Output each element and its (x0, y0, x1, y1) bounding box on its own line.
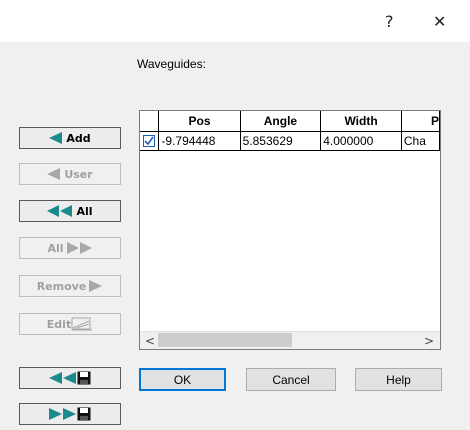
remove-all-button-label: All (47, 241, 64, 255)
floppy-disk-icon (77, 407, 91, 421)
cell-width[interactable]: 4.000000 (320, 131, 402, 151)
arrow-right-icon (89, 280, 103, 292)
horizontal-scrollbar[interactable]: < > (140, 331, 440, 349)
table-row[interactable]: -9.794448 5.853629 4.000000 Cha (140, 131, 440, 151)
row-checkbox-cell[interactable] (140, 131, 160, 151)
remove-button[interactable]: Remove (19, 275, 121, 297)
title-bar: ? ✕ (0, 0, 470, 42)
help-icon[interactable]: ? (385, 12, 394, 31)
cell-angle[interactable]: 5.853629 (240, 131, 322, 151)
help-button[interactable]: Help (355, 368, 442, 391)
table-header-row: Pos Angle Width P (140, 111, 440, 132)
scroll-right-button[interactable]: > (424, 334, 434, 348)
cancel-button-label: Cancel (272, 372, 310, 387)
add-all-button-label: All (76, 204, 93, 218)
row-checkbox[interactable] (143, 135, 156, 147)
cancel-button[interactable]: Cancel (246, 368, 336, 391)
cell-pos[interactable]: -9.794448 (158, 131, 241, 151)
close-icon[interactable]: ✕ (433, 12, 446, 31)
add-button[interactable]: Add (19, 127, 121, 149)
column-header-angle[interactable]: Angle (240, 111, 322, 132)
add-button-label: Add (66, 131, 91, 145)
arrow-left-icon (49, 132, 63, 144)
checkmark-icon (144, 136, 154, 146)
help-button-label: Help (386, 372, 411, 387)
edit-button[interactable]: Edit (19, 313, 121, 335)
scroll-left-button[interactable]: < (145, 334, 155, 348)
column-header-profile[interactable]: P (401, 111, 440, 132)
waveguides-table: Pos Angle Width P -9.794448 5.853629 4.0… (140, 111, 440, 151)
load-waveguides-button[interactable] (19, 367, 121, 389)
user-button[interactable]: User (19, 163, 121, 185)
waveguides-label: Waveguides: (137, 57, 206, 71)
header-corner (140, 111, 160, 132)
cell-profile[interactable]: Cha (401, 131, 440, 151)
double-arrow-left-icon (47, 205, 73, 217)
ok-button[interactable]: OK (139, 368, 226, 391)
double-arrow-right-icon (66, 242, 92, 254)
column-header-width[interactable]: Width (320, 111, 402, 132)
scrollbar-thumb[interactable] (158, 333, 292, 347)
double-arrow-right-icon (49, 408, 76, 420)
remove-all-button[interactable]: All (19, 237, 121, 259)
save-waveguides-button[interactable] (19, 403, 121, 425)
arrow-left-icon (47, 168, 61, 180)
add-all-button[interactable]: All (19, 200, 121, 222)
user-button-label: User (64, 167, 93, 181)
waveguide-edit-icon (71, 317, 93, 331)
edit-button-label: Edit (46, 317, 72, 331)
double-arrow-left-icon (49, 372, 76, 384)
column-header-pos[interactable]: Pos (158, 111, 241, 132)
waveguides-grid[interactable]: Pos Angle Width P -9.794448 5.853629 4.0… (139, 110, 441, 350)
floppy-disk-icon (77, 371, 91, 385)
ok-button-label: OK (173, 372, 192, 387)
remove-button-label: Remove (36, 279, 87, 293)
